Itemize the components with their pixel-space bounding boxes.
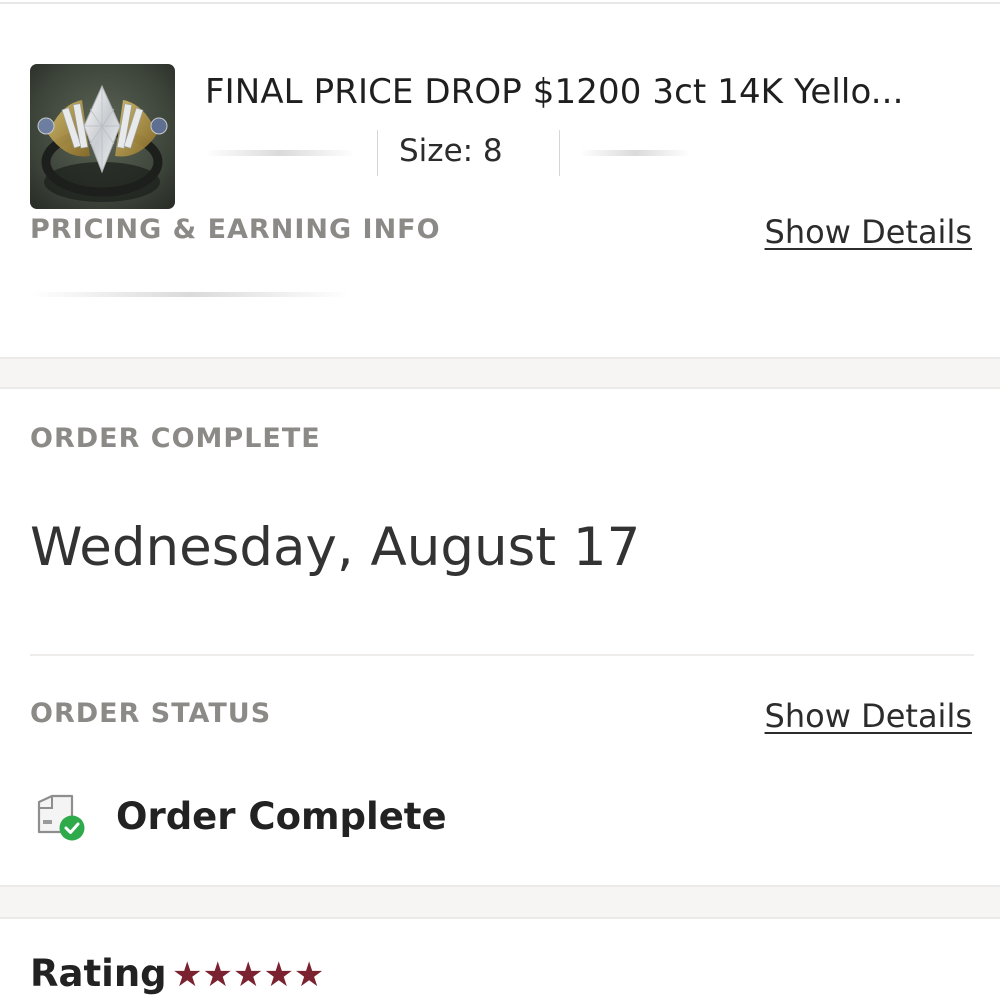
redacted-text [30, 292, 350, 297]
section-divider-band [0, 357, 1000, 389]
order-status-row: Order Complete [36, 790, 636, 850]
rating-row: Rating ★★★★★ [30, 952, 730, 1000]
product-meta: Size: 8 [205, 128, 805, 178]
inner-divider [30, 654, 974, 656]
star-rating-icons: ★★★★★ [172, 955, 325, 995]
order-detail-screen: FINAL PRICE DROP $1200 3ct 14K Yello... … [0, 0, 1000, 1000]
order-status-text: Order Complete [116, 795, 447, 838]
order-status-show-details-link[interactable]: Show Details [765, 697, 972, 735]
order-status-section-label: ORDER STATUS [30, 698, 272, 729]
product-title[interactable]: FINAL PRICE DROP $1200 3ct 14K Yello... [205, 72, 980, 112]
meta-separator [377, 130, 378, 176]
meta-separator [559, 130, 560, 176]
ring-image [30, 64, 175, 209]
pricing-show-details-link[interactable]: Show Details [765, 213, 972, 251]
redacted-text [205, 150, 355, 156]
order-complete-date: Wednesday, August 17 [30, 517, 641, 578]
product-summary[interactable]: FINAL PRICE DROP $1200 3ct 14K Yello... … [30, 64, 975, 210]
product-thumbnail[interactable] [30, 64, 175, 209]
section-divider-band [0, 885, 1000, 919]
redacted-text [580, 150, 690, 156]
top-divider [0, 2, 1000, 4]
package-check-icon [36, 794, 88, 844]
rating-label: Rating [30, 952, 167, 995]
order-complete-section-label: ORDER COMPLETE [30, 423, 321, 454]
product-size: Size: 8 [399, 133, 503, 169]
pricing-section-label: PRICING & EARNING INFO [30, 214, 441, 245]
